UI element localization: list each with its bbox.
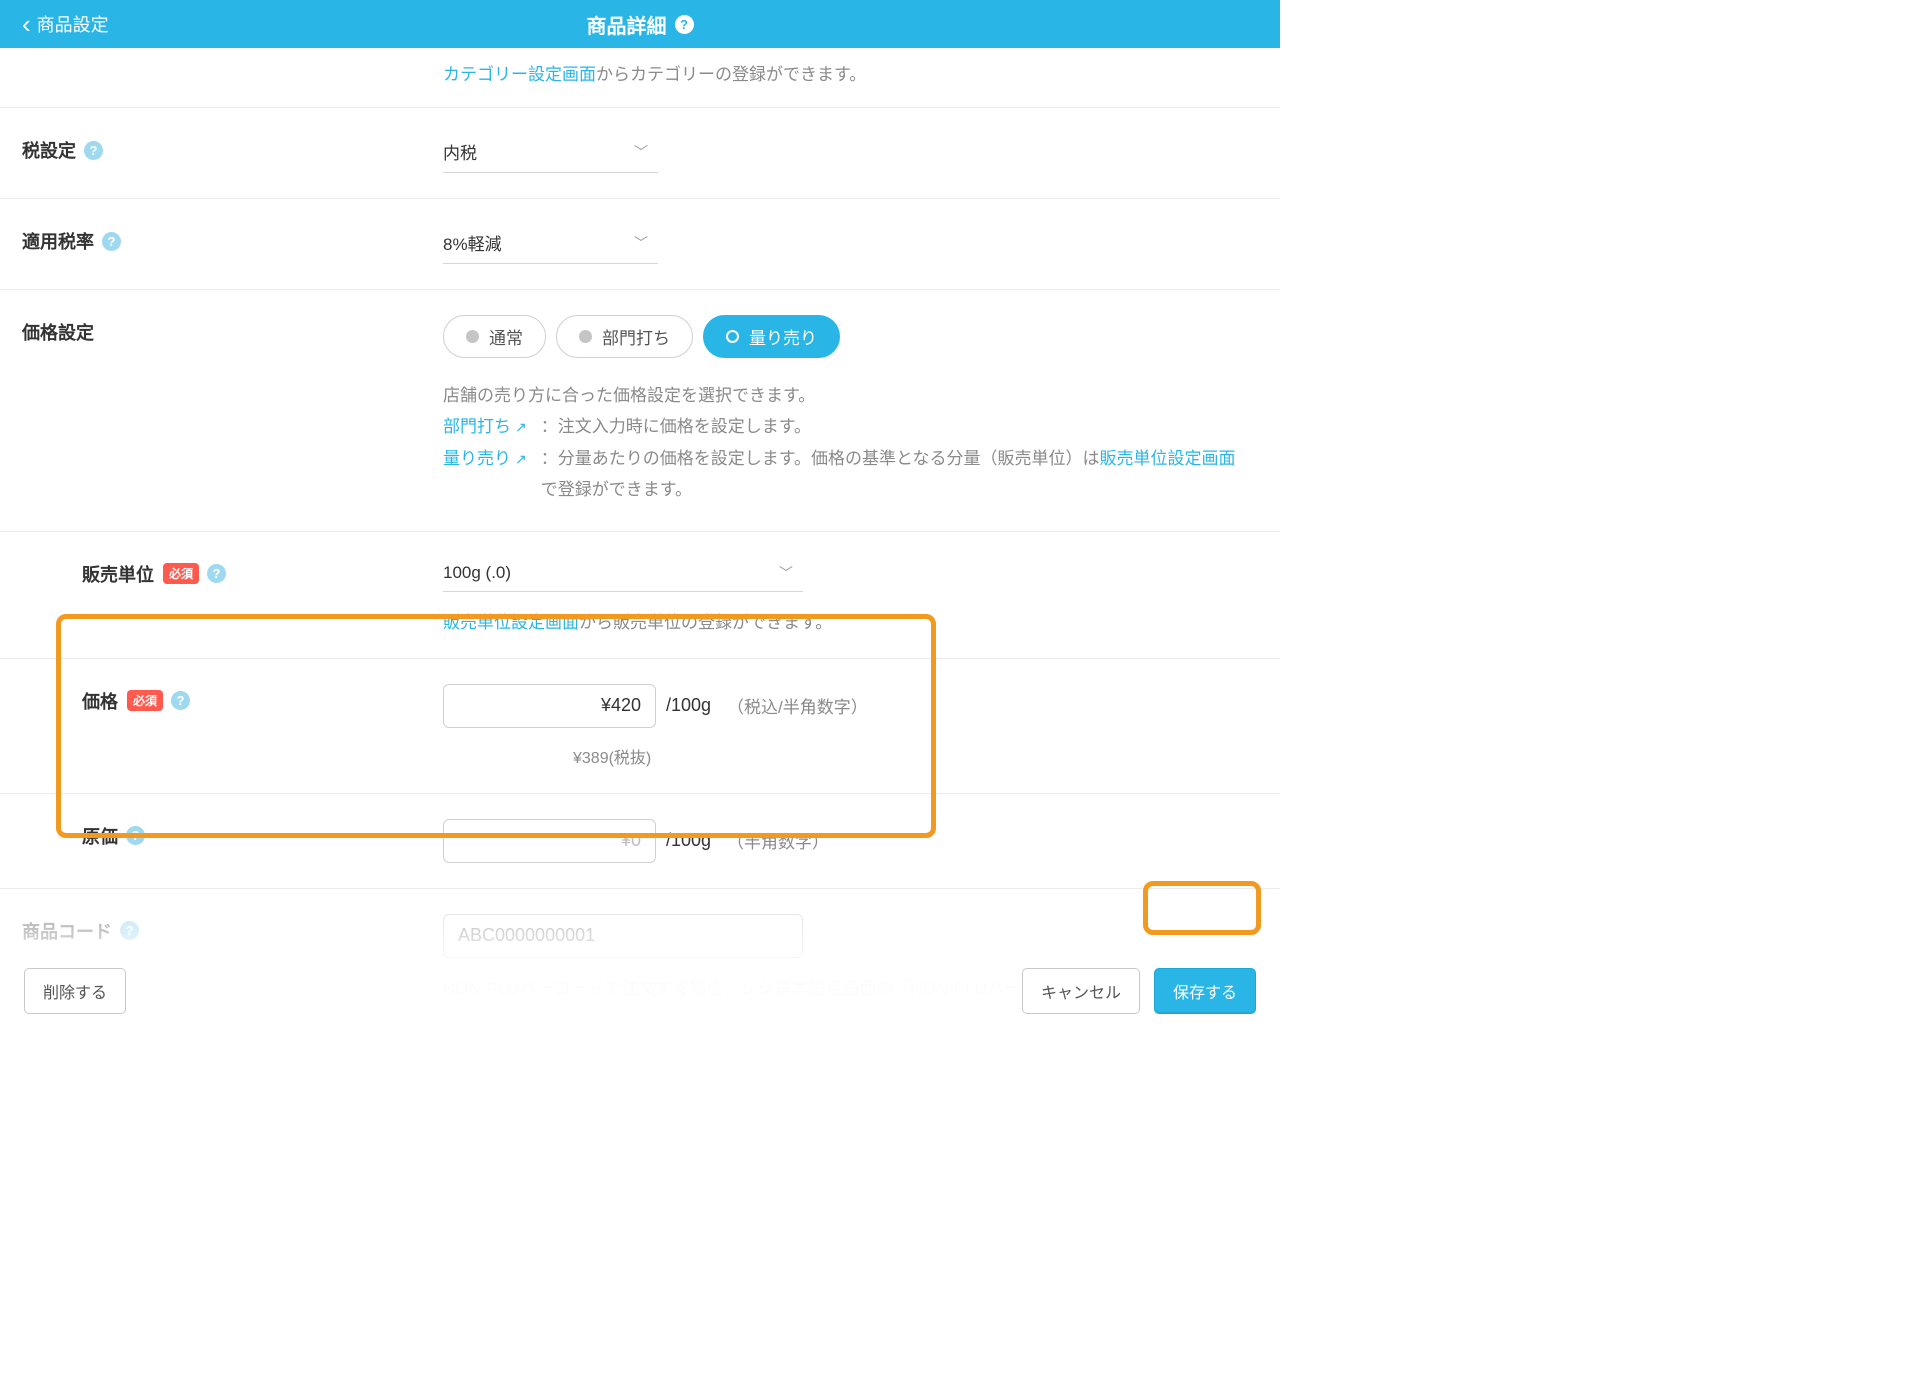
price-mode-normal[interactable]: 通常 [443,315,546,358]
chevron-down-icon: ﹀ [779,563,793,583]
chevron-down-icon: ﹀ [634,233,648,253]
row-cost: 原価 ? ¥0 /100g （半角数字） [0,794,1280,889]
sale-unit-select[interactable]: 100g (.0) ﹀ [443,557,803,592]
required-badge: 必須 [163,563,199,584]
external-link-icon: ↗ [515,451,527,467]
tax-setting-select[interactable]: 内税 ﹀ [443,133,658,173]
cost-label: 原価 [82,823,118,849]
tax-rate-label: 適用税率 [22,228,94,254]
footer-bar: 削除する キャンセル 保存する [0,958,1280,1024]
page-title: 商品詳細 [587,10,667,39]
row-price: 価格 必須 ? ¥420 /100g （税込/半角数字） ¥389(税抜) [0,659,1280,794]
sale-unit-settings-link[interactable]: 販売単位設定画面 [443,613,579,632]
required-badge: 必須 [127,690,163,711]
price-excl-tax: ¥389(税抜) [443,744,1250,768]
back-button[interactable]: ‹ 商品設定 [0,11,109,37]
help-icon[interactable]: ? [84,141,103,160]
price-mode-desc: 店舗の売り方に合った価格設定を選択できます。 [443,380,1250,411]
delete-button[interactable]: 削除する [24,968,126,1014]
price-mode-label: 価格設定 [22,319,94,345]
tax-setting-label: 税設定 [22,137,76,163]
save-button[interactable]: 保存する [1154,968,1256,1014]
back-label: 商品設定 [37,11,109,37]
help-icon[interactable]: ? [171,691,190,710]
category-settings-link[interactable]: カテゴリー設定画面 [443,65,596,84]
category-hint: カテゴリー設定画面からカテゴリーの登録ができます。 [0,48,1280,108]
chevron-left-icon: ‹ [22,11,31,37]
price-input[interactable]: ¥420 [443,684,656,728]
product-code-label: 商品コード [22,918,112,944]
app-header: ‹ 商品設定 商品詳細 ? [0,0,1280,48]
help-icon[interactable]: ? [102,232,121,251]
price-mode-weigh[interactable]: 量り売り [703,315,840,358]
help-icon[interactable]: ? [675,15,694,34]
product-code-input[interactable]: ABC0000000001 [443,914,803,958]
tax-rate-select[interactable]: 8%軽減 ﹀ [443,224,658,264]
external-link-icon: ↗ [515,419,527,435]
row-tax-setting: 税設定 ? 内税 ﹀ [0,108,1280,199]
help-icon[interactable]: ? [126,826,145,845]
cost-input[interactable]: ¥0 [443,819,656,863]
price-label: 価格 [82,688,118,714]
cost-unit: /100g [666,830,711,851]
sale-unit-label: 販売単位 [82,561,154,587]
sale-unit-settings-link[interactable]: 販売単位設定画面 [1100,449,1236,468]
weigh-link[interactable]: 量り売り↗ [443,449,527,468]
radio-icon [579,330,592,343]
price-mode-dept[interactable]: 部門打ち [556,315,693,358]
price-mode-group: 通常 部門打ち 量り売り [443,315,1250,358]
cancel-button[interactable]: キャンセル [1022,968,1140,1014]
chevron-down-icon: ﹀ [634,142,648,162]
help-icon[interactable]: ? [120,921,139,940]
dept-link[interactable]: 部門打ち↗ [443,417,527,436]
row-price-mode: 価格設定 通常 部門打ち 量り売り 店舗の売り方に合った価格設定を選択できます。 [0,290,1280,532]
radio-icon [726,330,739,343]
row-tax-rate: 適用税率 ? 8%軽減 ﹀ [0,199,1280,290]
row-sale-unit: 販売単位 必須 ? 100g (.0) ﹀ 販売単位設定画面から販売単位の登録が… [0,532,1280,659]
radio-icon [466,330,479,343]
price-unit: /100g [666,695,711,716]
help-icon[interactable]: ? [207,564,226,583]
